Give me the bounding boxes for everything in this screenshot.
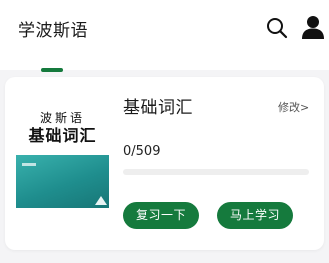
progress-bar <box>123 169 309 175</box>
app-title: 学波斯语 <box>18 21 88 41</box>
book-cover[interactable]: 波斯语 基础词汇 <box>16 103 109 208</box>
app-header: 学波斯语 <box>0 0 329 70</box>
book-title: 基础词汇 <box>123 98 193 118</box>
edit-link[interactable]: 修改> <box>278 101 309 115</box>
review-button[interactable]: 复习一下 <box>123 202 199 229</box>
app-screen: 学波斯语 波斯语 基础词汇 基础词汇 修改> 0/509 复习一下 马上学习 <box>0 0 329 263</box>
cover-top: 波斯语 基础词汇 <box>16 103 109 155</box>
search-icon[interactable] <box>265 16 289 40</box>
cover-mark-icon <box>95 196 107 205</box>
cover-decoration <box>22 163 36 166</box>
user-icon[interactable] <box>300 14 326 40</box>
cover-subtitle: 波斯语 <box>39 111 85 125</box>
progress-text: 0/509 <box>123 144 161 159</box>
learn-button[interactable]: 马上学习 <box>217 202 293 229</box>
cover-title: 基础词汇 <box>28 126 97 145</box>
tab-indicator <box>41 68 63 72</box>
